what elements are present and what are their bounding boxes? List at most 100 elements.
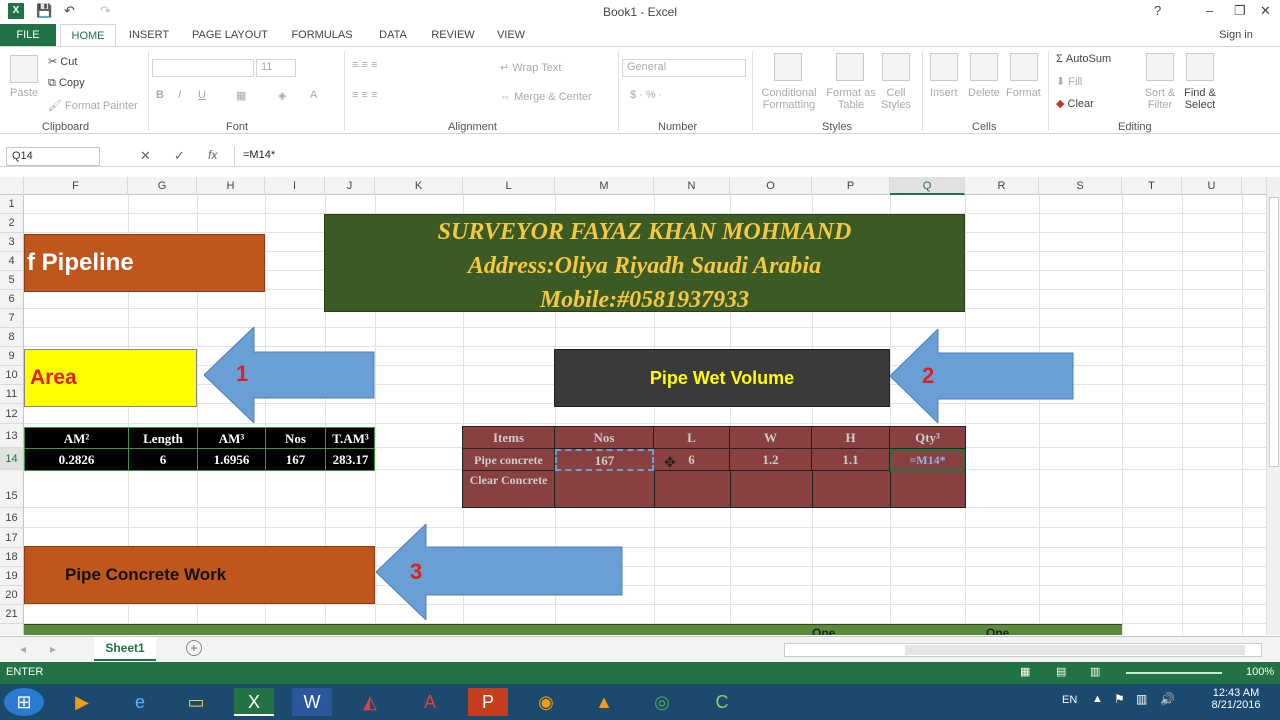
- table-cell[interactable]: 1.2: [730, 449, 812, 471]
- find-select-icon[interactable]: [1186, 53, 1214, 81]
- table-header[interactable]: Nos: [266, 428, 326, 449]
- enter-icon[interactable]: ✓: [174, 148, 185, 164]
- page-break-view-icon[interactable]: ▥: [1090, 665, 1100, 678]
- file-explorer-icon[interactable]: ▭: [176, 688, 216, 716]
- table-header[interactable]: Qty³: [890, 427, 965, 449]
- insert-cells-icon[interactable]: [930, 53, 958, 81]
- sort-filter-button[interactable]: Sort & Filter: [1140, 87, 1180, 111]
- format-cells-icon[interactable]: [1010, 53, 1038, 81]
- table-cell[interactable]: 0.2826: [25, 449, 129, 470]
- table-header[interactable]: AM³: [198, 428, 266, 449]
- tray-up-icon[interactable]: ▲: [1092, 693, 1103, 705]
- clear-button[interactable]: ◆ Clear: [1056, 97, 1094, 110]
- bold-button[interactable]: B: [156, 89, 164, 101]
- area-shape[interactable]: Area: [24, 349, 197, 407]
- row-header-8[interactable]: 8: [0, 328, 24, 347]
- add-sheet-icon[interactable]: +: [186, 640, 202, 656]
- col-header-g[interactable]: G: [128, 177, 197, 195]
- flag-icon[interactable]: ⚑: [1114, 692, 1125, 706]
- pipe-concrete-work-shape[interactable]: Pipe Concrete Work: [24, 546, 375, 604]
- tab-file[interactable]: FILE: [0, 24, 56, 46]
- zoom-level[interactable]: 100%: [1246, 666, 1274, 678]
- delete-cells-icon[interactable]: [970, 53, 998, 81]
- cancel-icon[interactable]: ✕: [140, 148, 151, 164]
- col-header-r[interactable]: R: [965, 177, 1039, 195]
- restore-icon[interactable]: ❐: [1234, 3, 1246, 19]
- font-name-combo[interactable]: [152, 59, 254, 77]
- underline-button[interactable]: U: [198, 89, 206, 101]
- row-header-2[interactable]: 2: [0, 214, 24, 233]
- table-header[interactable]: Items: [463, 427, 555, 449]
- powerpoint-taskbar-icon[interactable]: P: [468, 688, 508, 716]
- row-header-9[interactable]: 9: [0, 347, 24, 366]
- autocad-icon[interactable]: A: [410, 688, 450, 716]
- format-table-button[interactable]: Format as Table: [826, 87, 876, 111]
- close-icon[interactable]: ✕: [1260, 3, 1271, 19]
- clock[interactable]: 12:43 AM 8/21/2016: [1206, 687, 1266, 711]
- col-header-s[interactable]: S: [1039, 177, 1122, 195]
- conditional-formatting-icon[interactable]: [774, 53, 802, 81]
- format-cells-button[interactable]: Format: [1006, 87, 1041, 99]
- sheet-tab-sheet1[interactable]: Sheet1: [94, 637, 156, 661]
- row-header-22[interactable]: [0, 624, 24, 635]
- table-header[interactable]: Nos: [555, 427, 654, 449]
- table-header[interactable]: T.AM³: [326, 428, 375, 449]
- table-cell[interactable]: Pipe concrete: [463, 449, 555, 471]
- sign-in-link[interactable]: Sign in: [1212, 24, 1260, 46]
- table-header[interactable]: Length: [129, 428, 198, 449]
- cell-styles-button[interactable]: Cell Styles: [876, 87, 916, 111]
- table-header[interactable]: W: [730, 427, 812, 449]
- row-header-12[interactable]: 12: [0, 404, 24, 424]
- surveyor-banner[interactable]: SURVEYOR FAYAZ KHAN MOHMAND Address:Oliy…: [324, 214, 965, 313]
- insert-cells-button[interactable]: Insert: [930, 87, 958, 99]
- table-header[interactable]: AM²: [25, 428, 129, 449]
- row-header-16[interactable]: 16: [0, 508, 24, 528]
- tab-home[interactable]: HOME: [60, 24, 116, 46]
- tab-data[interactable]: DATA: [370, 24, 416, 46]
- col-header-h[interactable]: H: [197, 177, 265, 195]
- zoom-slider[interactable]: [1126, 672, 1222, 674]
- row-header-19[interactable]: 19: [0, 567, 24, 586]
- col-header-n[interactable]: N: [654, 177, 730, 195]
- copy-button[interactable]: ⧉ Copy: [48, 77, 85, 90]
- col-header-m[interactable]: M: [555, 177, 654, 195]
- table-cell[interactable]: 1.1: [812, 449, 890, 471]
- row-header-14[interactable]: 14: [0, 448, 24, 470]
- language-indicator[interactable]: EN: [1062, 694, 1077, 706]
- col-header-i[interactable]: I: [265, 177, 325, 195]
- arrow-1-icon[interactable]: [204, 327, 376, 423]
- conditional-formatting-button[interactable]: Conditional Formatting: [758, 87, 820, 111]
- active-cell-q14[interactable]: =M14*: [890, 449, 965, 471]
- prev-sheet-icon[interactable]: ◂: [20, 642, 26, 656]
- tab-insert[interactable]: INSERT: [122, 24, 176, 46]
- scroll-thumb[interactable]: [1269, 197, 1279, 467]
- sort-filter-icon[interactable]: [1146, 53, 1174, 81]
- row-header-1[interactable]: 1: [0, 195, 24, 214]
- cell-styles-icon[interactable]: [882, 53, 910, 81]
- table-cell-m14-referenced[interactable]: 167: [555, 449, 654, 471]
- tab-view[interactable]: VIEW: [490, 24, 532, 46]
- col-header-f[interactable]: F: [24, 177, 128, 195]
- merge-center-button[interactable]: ⇔ Merge & Center: [500, 91, 592, 103]
- select-all-corner[interactable]: [0, 177, 24, 195]
- row-header-18[interactable]: 18: [0, 548, 24, 567]
- table-header[interactable]: H: [812, 427, 890, 449]
- horizontal-scrollbar[interactable]: [784, 643, 1262, 657]
- find-select-button[interactable]: Find & Select: [1180, 87, 1220, 111]
- autosum-button[interactable]: Σ AutoSum: [1056, 53, 1111, 65]
- tab-formulas[interactable]: FORMULAS: [286, 24, 358, 46]
- delete-cells-button[interactable]: Delete: [968, 87, 1000, 99]
- row-header-10[interactable]: 10: [0, 366, 24, 385]
- col-header-k[interactable]: K: [375, 177, 463, 195]
- col-header-l[interactable]: L: [463, 177, 555, 195]
- row-header-4[interactable]: 4: [0, 252, 24, 271]
- function-icon[interactable]: fx: [208, 148, 217, 162]
- align-top-icon[interactable]: ≡ ≡ ≡: [352, 59, 377, 71]
- acrobat-icon[interactable]: ◭: [350, 688, 390, 716]
- firefox-icon[interactable]: ◉: [526, 688, 566, 716]
- format-table-icon[interactable]: [836, 53, 864, 81]
- fill-button[interactable]: ⬇ Fill: [1056, 75, 1082, 88]
- col-header-u[interactable]: U: [1182, 177, 1242, 195]
- col-header-q[interactable]: Q: [890, 177, 965, 195]
- row-header-6[interactable]: 6: [0, 290, 24, 309]
